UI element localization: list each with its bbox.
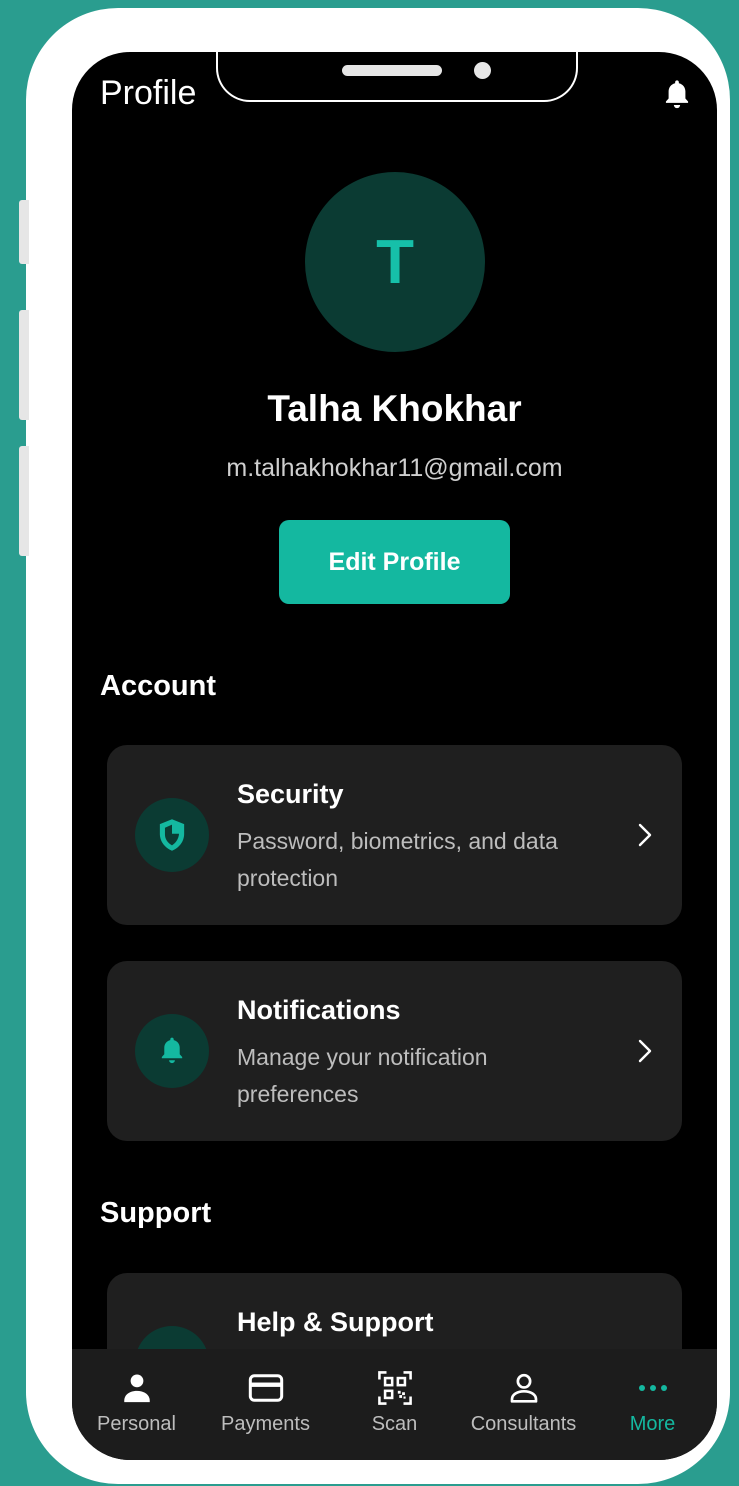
card-icon [247, 1369, 285, 1407]
nav-label: Payments [221, 1413, 310, 1435]
notifications-bell-button[interactable] [663, 78, 691, 112]
nav-item-scan[interactable]: Scan [330, 1349, 459, 1460]
front-camera [474, 62, 491, 79]
bottom-navigation: Personal Payments Scan Consultants More [72, 1349, 717, 1460]
menu-item-title: Help & Support [237, 1307, 434, 1337]
section-title-support: Support [100, 1197, 212, 1229]
menu-item-security[interactable]: Security Password, biometrics, and data … [107, 745, 682, 925]
nav-item-payments[interactable]: Payments [201, 1349, 330, 1460]
user-name: Talha Khokhar [267, 388, 522, 429]
page-title: Profile [100, 74, 197, 112]
user-outline-icon [505, 1369, 543, 1407]
avatar-initial: T [376, 227, 414, 297]
edit-profile-button[interactable]: Edit Profile [279, 520, 510, 604]
shield-icon [159, 819, 185, 851]
nav-item-consultants[interactable]: Consultants [459, 1349, 588, 1460]
nav-label: More [629, 1413, 676, 1435]
notifications-icon-badge [135, 1014, 209, 1088]
avatar: T [305, 172, 485, 352]
security-icon-badge [135, 798, 209, 872]
side-button-volume-up [19, 310, 29, 420]
more-dots-icon [634, 1369, 672, 1407]
speaker-grille [342, 65, 442, 76]
nav-label: Scan [371, 1413, 418, 1435]
nav-item-personal[interactable]: Personal [72, 1349, 201, 1460]
menu-item-description: Password, biometrics, and data protectio… [237, 828, 558, 891]
menu-item-title: Notifications [237, 995, 401, 1025]
phone-notch [216, 52, 578, 102]
nav-label: Consultants [470, 1413, 577, 1435]
nav-item-more[interactable]: More [588, 1349, 717, 1460]
nav-label: Personal [97, 1413, 176, 1435]
side-button-mute [19, 200, 29, 264]
menu-item-title: Security [237, 779, 344, 809]
section-title-account: Account [100, 670, 216, 702]
app-screen: Profile T Talha Khokhar m.talhakhokhar11… [72, 52, 717, 1460]
qr-code-icon [376, 1369, 414, 1407]
chevron-right-icon [638, 1039, 652, 1063]
side-button-volume-down [19, 446, 29, 556]
person-icon [118, 1369, 156, 1407]
bell-icon [161, 1037, 183, 1064]
bell-icon [665, 80, 689, 109]
menu-item-notifications[interactable]: Notifications Manage your notification p… [107, 961, 682, 1141]
chevron-right-icon [638, 823, 652, 847]
menu-item-description: Manage your notification preferences [237, 1044, 488, 1107]
user-email: m.talhakhokhar11@gmail.com [226, 454, 563, 482]
